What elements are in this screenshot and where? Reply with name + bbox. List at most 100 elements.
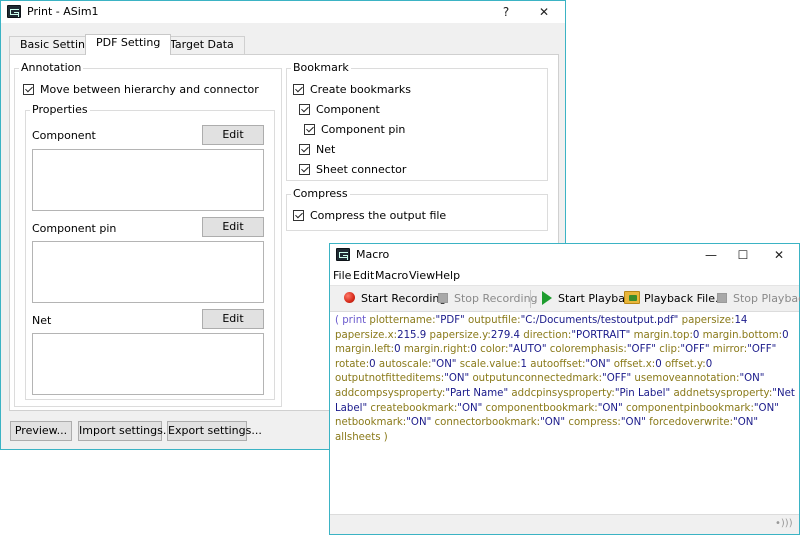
- script-param-value: "OFF": [626, 344, 656, 356]
- minimize-button[interactable]: —: [694, 244, 728, 266]
- bookmark-title: Bookmark: [291, 61, 351, 74]
- stop-icon: [438, 293, 448, 303]
- script-param-value: "ON": [733, 417, 759, 429]
- help-button[interactable]: ?: [489, 1, 523, 23]
- script-param-key: coloremphasis:: [549, 344, 627, 356]
- script-param-key: addcompsysproperty:: [335, 387, 446, 399]
- create-bookmarks-checkbox[interactable]: Create bookmarks: [293, 83, 411, 97]
- close-button[interactable]: ✕: [762, 244, 796, 266]
- script-param-value: "PDF": [435, 315, 465, 326]
- properties-group: Properties Component Edit Component pin …: [25, 103, 275, 400]
- status-sound-icon: •))): [775, 518, 793, 529]
- script-param-key: connectorbookmark:: [434, 417, 541, 429]
- script-param-value: "OFF": [602, 373, 632, 385]
- create-bookmarks-label: Create bookmarks: [310, 83, 411, 96]
- tab-pdf-setting[interactable]: PDF Setting: [85, 34, 172, 55]
- script-param-key: margin.top:: [633, 329, 693, 341]
- script-param-value: "ON": [406, 417, 432, 429]
- component-properties-box[interactable]: [32, 149, 264, 211]
- script-param-value: "Part Name": [445, 387, 509, 399]
- net-bookmark-label: Net: [316, 143, 336, 156]
- toolbar-separator: [530, 290, 531, 308]
- tab-target-data[interactable]: Target Data: [159, 36, 245, 54]
- script-param-value: "ON": [620, 417, 646, 429]
- script-param-key: netbookmark:: [335, 417, 407, 429]
- checkbox-checked-icon: [293, 210, 304, 221]
- net-bookmark-checkbox[interactable]: Net: [299, 143, 335, 157]
- script-param-value: 279.4: [490, 329, 521, 341]
- script-param-value: "PORTRAIT": [571, 329, 631, 341]
- playback-file-label: Playback File...: [644, 292, 726, 305]
- stop-recording-button[interactable]: Stop Recording: [438, 291, 538, 307]
- stop-playback-button[interactable]: Stop Playback: [717, 291, 800, 307]
- script-param-key: forcedoverwrite:: [649, 417, 734, 429]
- script-param-value: 0: [692, 329, 700, 341]
- script-param-value: "C:/Documents/testoutput.pdf": [520, 315, 679, 326]
- script-tail: allsheets ): [335, 431, 388, 443]
- macro-window: Macro — ☐ ✕ File Edit Macro View Help St…: [329, 243, 800, 535]
- script-param-key: outputnotfitteditems:: [335, 373, 445, 385]
- macro-script-text[interactable]: ( print plottername:"PDF" outputfile:"C:…: [333, 314, 798, 514]
- print-titlebar[interactable]: Print - ASim1 ? ✕: [1, 1, 565, 23]
- move-hierarchy-label: Move between hierarchy and connector: [40, 83, 259, 96]
- net-edit-button[interactable]: Edit: [202, 309, 264, 329]
- play-icon: [542, 291, 552, 305]
- script-param-key: outputunconnectedmark:: [472, 373, 603, 385]
- script-param-value: 0: [394, 344, 401, 356]
- script-param-value: 215.9: [397, 329, 427, 341]
- script-param-value: 0: [655, 358, 662, 370]
- move-hierarchy-checkbox[interactable]: Move between hierarchy and connector: [23, 83, 259, 97]
- annotation-group: Annotation Move between hierarchy and co…: [14, 61, 282, 407]
- script-param-value: 14: [734, 315, 748, 326]
- sheet-connector-bookmark-label: Sheet connector: [316, 163, 407, 176]
- menu-edit[interactable]: Edit: [353, 269, 374, 282]
- compress-output-checkbox[interactable]: Compress the output file: [293, 209, 446, 223]
- record-icon: [344, 292, 355, 303]
- component-edit-button[interactable]: Edit: [202, 125, 264, 145]
- preview-button[interactable]: Preview...: [10, 421, 72, 441]
- script-param-key: margin.left:: [335, 344, 395, 356]
- component-pin-properties-box[interactable]: [32, 241, 264, 303]
- script-param-key: componentbookmark:: [485, 402, 598, 414]
- playback-file-button[interactable]: Playback File...: [624, 291, 725, 307]
- script-param-key: scale.value:: [459, 358, 521, 370]
- component-pin-bookmark-label: Component pin: [321, 123, 406, 136]
- script-param-value: "ON": [457, 402, 483, 414]
- checkbox-checked-icon: [299, 144, 310, 155]
- script-param-key: clip:: [659, 344, 681, 356]
- sheet-connector-bookmark-checkbox[interactable]: Sheet connector: [299, 163, 406, 177]
- print-window-title: Print - ASim1: [27, 5, 99, 18]
- maximize-button[interactable]: ☐: [726, 244, 760, 266]
- menu-macro[interactable]: Macro: [375, 269, 408, 282]
- component-bookmark-checkbox[interactable]: Component: [299, 103, 380, 117]
- macro-titlebar[interactable]: Macro — ☐ ✕: [330, 244, 799, 266]
- script-param-key: createbookmark:: [370, 402, 458, 414]
- script-param-value: 0: [369, 358, 376, 370]
- menu-file[interactable]: File: [333, 269, 351, 282]
- component-pin-edit-button[interactable]: Edit: [202, 217, 264, 237]
- script-param-key: compress:: [568, 417, 621, 429]
- annotation-title: Annotation: [19, 61, 84, 74]
- export-settings-button[interactable]: Export settings...: [167, 421, 262, 441]
- script-param-value: "Pin Label": [614, 387, 671, 399]
- menu-bar: File Edit Macro View Help: [330, 268, 799, 284]
- script-param-key: outputfile:: [468, 315, 521, 326]
- net-properties-box[interactable]: [32, 333, 264, 395]
- close-button[interactable]: ✕: [527, 1, 561, 23]
- script-param-key: autooffset:: [530, 358, 586, 370]
- macro-toolbar: Start Recording Stop Recording Start Pla…: [330, 285, 800, 312]
- script-param-key: papersize.y:: [429, 329, 491, 341]
- component-pin-bookmark-checkbox[interactable]: Component pin: [304, 123, 405, 137]
- app-icon: [336, 248, 350, 261]
- menu-view[interactable]: View: [409, 269, 435, 282]
- import-settings-button[interactable]: Import settings...: [78, 421, 173, 441]
- script-param-key: offset.x:: [613, 358, 656, 370]
- menu-help[interactable]: Help: [435, 269, 460, 282]
- component-label: Component: [32, 129, 96, 142]
- script-param-key: papersize:: [681, 315, 735, 326]
- script-param-value: "OFF": [747, 344, 777, 356]
- start-recording-button[interactable]: Start Recording: [344, 291, 446, 307]
- checkbox-checked-icon: [304, 124, 315, 135]
- app-icon: [7, 5, 21, 18]
- script-param-value: "ON": [739, 373, 765, 385]
